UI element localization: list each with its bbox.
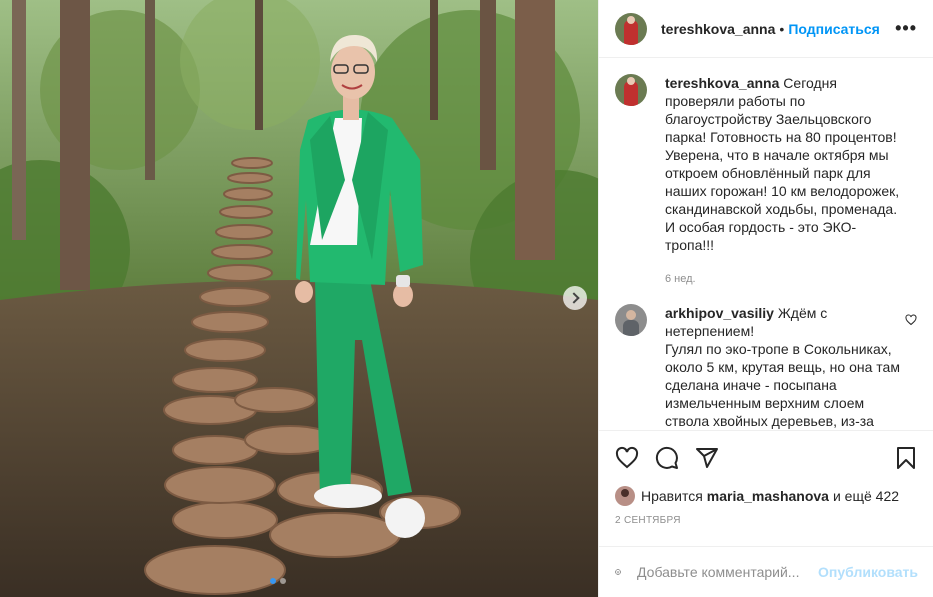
post-date[interactable]: 2 сентября [599, 507, 933, 526]
bookmark-icon[interactable] [894, 446, 918, 470]
more-icon[interactable]: ••• [895, 18, 917, 39]
emoji-icon[interactable] [615, 560, 621, 584]
comment-username[interactable]: arkhipov_vasiliy [665, 305, 774, 321]
carousel-dot-active [270, 578, 276, 584]
caption-text: Сегодня проверяли работы по благоустройс… [665, 75, 900, 253]
post-header: tereshkova_anna • Подписаться ••• [599, 0, 933, 58]
separator-dot: • [779, 20, 785, 37]
comment-item: arkhipov_vasiliy Ждём с нетерпением! Гул… [615, 304, 917, 430]
post-sidebar: tereshkova_anna • Подписаться ••• teresh… [598, 0, 933, 597]
heart-icon[interactable] [615, 446, 639, 470]
action-icons [599, 431, 933, 485]
likes-row: Нравится maria_mashanova и ещё 422 [599, 485, 933, 507]
comment-input[interactable] [637, 564, 819, 580]
comments-section[interactable]: tereshkova_anna Сегодня проверяли работы… [599, 58, 933, 430]
likes-prefix: Нравится [641, 488, 703, 504]
comment-text: Ждём с нетерпением! Гулял по эко-тропе в… [665, 305, 900, 429]
follow-button[interactable]: Подписаться [788, 21, 880, 37]
post-photo[interactable] [0, 0, 598, 597]
forest-photo [0, 0, 598, 597]
liker-avatar[interactable] [615, 486, 635, 506]
caption-body: tereshkova_anna Сегодня проверяли работы… [665, 74, 917, 288]
likes-user[interactable]: maria_mashanova [707, 488, 829, 504]
caption-username[interactable]: tereshkova_anna [665, 75, 779, 91]
comment-body: arkhipov_vasiliy Ждём с нетерпением! Гул… [665, 304, 917, 430]
carousel-dots [270, 578, 286, 584]
author-avatar[interactable] [615, 12, 647, 45]
post-actions: Нравится maria_mashanova и ещё 422 2 сен… [599, 430, 933, 526]
likes-suffix[interactable]: и ещё 422 [833, 488, 899, 504]
author-username[interactable]: tereshkova_anna [661, 21, 775, 37]
caption: tereshkova_anna Сегодня проверяли работы… [615, 74, 917, 288]
comment-like-icon[interactable] [905, 314, 917, 326]
carousel-dot [280, 578, 286, 584]
publish-button[interactable]: Опубликовать [818, 564, 918, 580]
comment-icon[interactable] [655, 446, 679, 470]
add-comment-bar: Опубликовать [599, 546, 933, 597]
share-icon[interactable] [695, 446, 719, 470]
caption-avatar[interactable] [615, 74, 647, 106]
caption-time[interactable]: 6 нед. [665, 270, 907, 288]
carousel-next-button[interactable] [563, 286, 587, 310]
commenter-avatar[interactable] [615, 304, 647, 336]
